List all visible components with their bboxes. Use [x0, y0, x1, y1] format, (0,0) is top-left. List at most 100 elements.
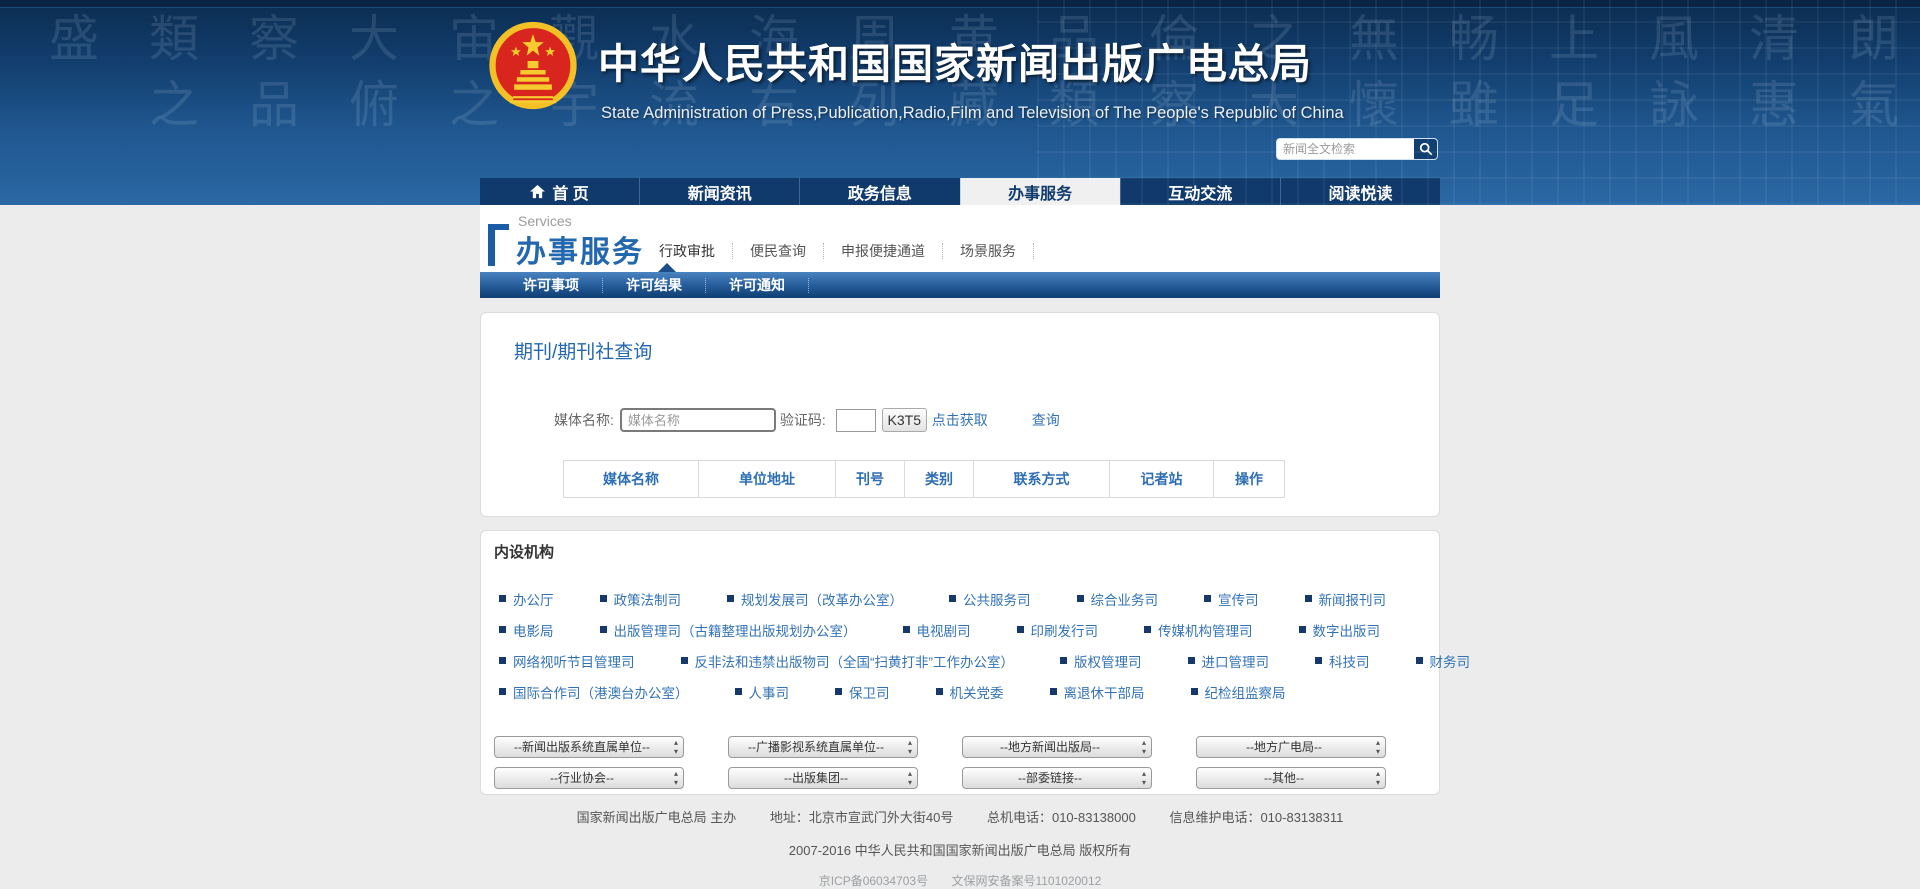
- select-wrap: --其他--: [1196, 767, 1386, 789]
- bullet-icon: [1076, 595, 1084, 602]
- footer-copyright: 2007-2016 中华人民共和国国家新闻出版广电总局 版权所有: [788, 843, 1132, 858]
- nav-item-news[interactable]: 新闻资讯: [639, 178, 799, 205]
- permit-results-link[interactable]: 许可结果: [603, 277, 706, 293]
- departments-links: 办公厅 政策法制司 规划发展司（改革办公室） 公共服务司 综合业务司 宣传司 新…: [499, 583, 1516, 707]
- nav-item-label: 办事服务: [1008, 185, 1073, 203]
- service-tab-declaration-channel[interactable]: 申报便捷通道: [824, 243, 943, 259]
- permit-notices-link[interactable]: 许可通知: [706, 277, 809, 293]
- dept-link-label: 网络视听节目管理司: [513, 654, 635, 670]
- select-wrap: --部委链接--: [962, 767, 1152, 789]
- dept-link[interactable]: 版权管理司: [1060, 651, 1142, 671]
- dept-link[interactable]: 保卫司: [835, 682, 890, 702]
- services-section-header: Services 办事服务 行政审批 便民查询 申报便捷通道 场景服务: [480, 205, 1440, 272]
- national-emblem-logo: [488, 20, 578, 120]
- footer-security-record: 文保网安备案号1101020012: [951, 874, 1102, 888]
- service-tab-convenient-query[interactable]: 便民查询: [733, 243, 824, 259]
- footer-address: 地址：北京市宣武门外大街40号: [769, 810, 954, 825]
- dept-row: 电影局 出版管理司（古籍整理出版规划办公室） 电视剧司 印刷发行司 传媒机构管理…: [499, 614, 1516, 645]
- footer-maintenance-phone: 信息维护电话：010-83138311: [1169, 810, 1344, 825]
- nav-item-services[interactable]: 办事服务: [959, 178, 1120, 205]
- bullet-icon: [1304, 595, 1312, 602]
- dept-link[interactable]: 出版管理司（古籍整理出版规划办公室）: [599, 620, 857, 640]
- site-title: 中华人民共和国国家新闻出版广电总局: [598, 41, 1312, 87]
- select-others[interactable]: --其他--: [1196, 767, 1386, 789]
- dept-link-label: 综合业务司: [1090, 592, 1159, 608]
- select-local-radio-bureaus[interactable]: --地方广电局--: [1196, 736, 1386, 758]
- bullet-icon: [1144, 626, 1151, 633]
- search-input[interactable]: [1277, 139, 1414, 159]
- footer-records-line: 京ICP备06034703号 文保网安备案号1101020012: [0, 872, 1920, 889]
- dept-link[interactable]: 电视剧司: [902, 620, 971, 640]
- service-tab-admin-approval[interactable]: 行政审批: [642, 243, 733, 259]
- dept-link[interactable]: 宣传司: [1204, 589, 1259, 609]
- dept-link[interactable]: 综合业务司: [1076, 589, 1159, 609]
- dept-link[interactable]: 传媒机构管理司: [1144, 620, 1253, 640]
- captcha-refresh-link[interactable]: 点击获取: [932, 410, 988, 430]
- bullet-icon: [1049, 688, 1057, 695]
- header-inner: 中华人民共和国国家新闻出版广电总局 State Administration o…: [480, 0, 1440, 178]
- dept-link-label: 纪检组监察局: [1204, 685, 1286, 701]
- dept-link-label: 机关党委: [949, 685, 1004, 701]
- dept-link[interactable]: 反非法和违禁出版物司（全国“扫黄打非”工作办公室）: [680, 651, 1014, 671]
- dept-link-label: 版权管理司: [1074, 654, 1142, 670]
- bullet-icon: [499, 626, 506, 633]
- dept-link-label: 数字出版司: [1312, 623, 1381, 639]
- select-ministry-links[interactable]: --部委链接--: [962, 767, 1152, 789]
- dept-link[interactable]: 数字出版司: [1298, 620, 1381, 640]
- bullet-icon: [1415, 657, 1423, 664]
- th-issue-number: 刊号: [835, 460, 905, 498]
- site-header: 朗氣清惠風詠上足畅雖無懷之大倫察品類黄藏周列海右水流觀宇宙之大俯察品類之盛 中华…: [0, 0, 1920, 205]
- nav-item-label: 政务信息: [847, 185, 912, 203]
- permit-items-link[interactable]: 许可事项: [500, 277, 603, 293]
- select-press-units[interactable]: --新闻出版系统直属单位--: [494, 736, 684, 758]
- service-tab-scene-service[interactable]: 场景服务: [943, 243, 1034, 259]
- dept-link[interactable]: 国际合作司（港澳台办公室）: [499, 682, 689, 702]
- select-local-press-bureaus[interactable]: --地方新闻出版局--: [962, 736, 1152, 758]
- nav-item-interaction[interactable]: 互动交流: [1119, 178, 1280, 205]
- search-button[interactable]: [1414, 139, 1437, 159]
- dept-link[interactable]: 办公厅: [499, 589, 554, 609]
- th-media-name: 媒体名称: [563, 460, 699, 498]
- query-submit-link[interactable]: 查询: [1032, 410, 1060, 430]
- footer-icp-record: 京ICP备06034703号: [818, 874, 929, 888]
- dept-link-label: 电影局: [513, 623, 554, 639]
- media-name-input[interactable]: [619, 408, 776, 432]
- bullet-icon: [935, 688, 943, 695]
- captcha-code-image[interactable]: K3T5: [881, 408, 927, 432]
- dept-link[interactable]: 离退休干部局: [1049, 682, 1145, 702]
- bullet-icon: [902, 626, 910, 633]
- dept-link[interactable]: 网络视听节目管理司: [499, 651, 635, 671]
- nav-item-reading[interactable]: 阅读悦读: [1279, 178, 1440, 205]
- select-radio-film-units[interactable]: --广播影视系统直属单位--: [728, 736, 918, 758]
- dept-link[interactable]: 新闻报刊司: [1304, 589, 1387, 609]
- dept-link-label: 规划发展司（改革办公室）: [741, 592, 903, 608]
- dept-link[interactable]: 进口管理司: [1187, 651, 1269, 671]
- dept-link-label: 新闻报刊司: [1318, 592, 1387, 608]
- th-operation: 操作: [1213, 460, 1285, 498]
- dept-link[interactable]: 机关党委: [935, 682, 1004, 702]
- dept-link[interactable]: 科技司: [1315, 651, 1370, 671]
- dept-link[interactable]: 公共服务司: [949, 589, 1031, 609]
- nav-item-home[interactable]: 首 页: [480, 178, 639, 205]
- footer-phone: 总机电话：010-83138000: [986, 810, 1136, 825]
- dept-link[interactable]: 规划发展司（改革办公室）: [727, 589, 903, 609]
- bullet-icon: [1190, 688, 1198, 695]
- captcha-input[interactable]: [835, 408, 876, 432]
- footer-contact-line: 国家新闻出版广电总局 主办 地址：北京市宣武门外大街40号 总机电话：010-8…: [0, 807, 1920, 826]
- main-nav: 首 页 新闻资讯 政务信息 办事服务 互动交流 阅读悦读: [480, 178, 1440, 205]
- journal-query-panel: 期刊/期刊社查询 媒体名称: 验证码: K3T5 点击获取 查询 媒体名称 单位…: [480, 312, 1440, 517]
- select-publishing-groups[interactable]: --出版集团--: [728, 767, 918, 789]
- th-unit-address: 单位地址: [698, 460, 836, 498]
- dept-link[interactable]: 财务司: [1415, 651, 1470, 671]
- results-table-header-row: 媒体名称 单位地址 刊号 类别 联系方式 记者站 操作: [563, 460, 1285, 498]
- dept-link[interactable]: 人事司: [734, 682, 789, 702]
- dept-link[interactable]: 电影局: [499, 620, 554, 640]
- dept-link[interactable]: 纪检组监察局: [1190, 682, 1286, 702]
- select-industry-associations[interactable]: --行业协会--: [494, 767, 684, 789]
- dept-link[interactable]: 印刷发行司: [1016, 620, 1098, 640]
- nav-item-gov-info[interactable]: 政务信息: [799, 178, 959, 205]
- bullet-icon: [499, 688, 506, 695]
- captcha-label: 验证码:: [779, 412, 826, 428]
- dept-link[interactable]: 政策法制司: [599, 589, 681, 609]
- bullet-icon: [1298, 626, 1306, 633]
